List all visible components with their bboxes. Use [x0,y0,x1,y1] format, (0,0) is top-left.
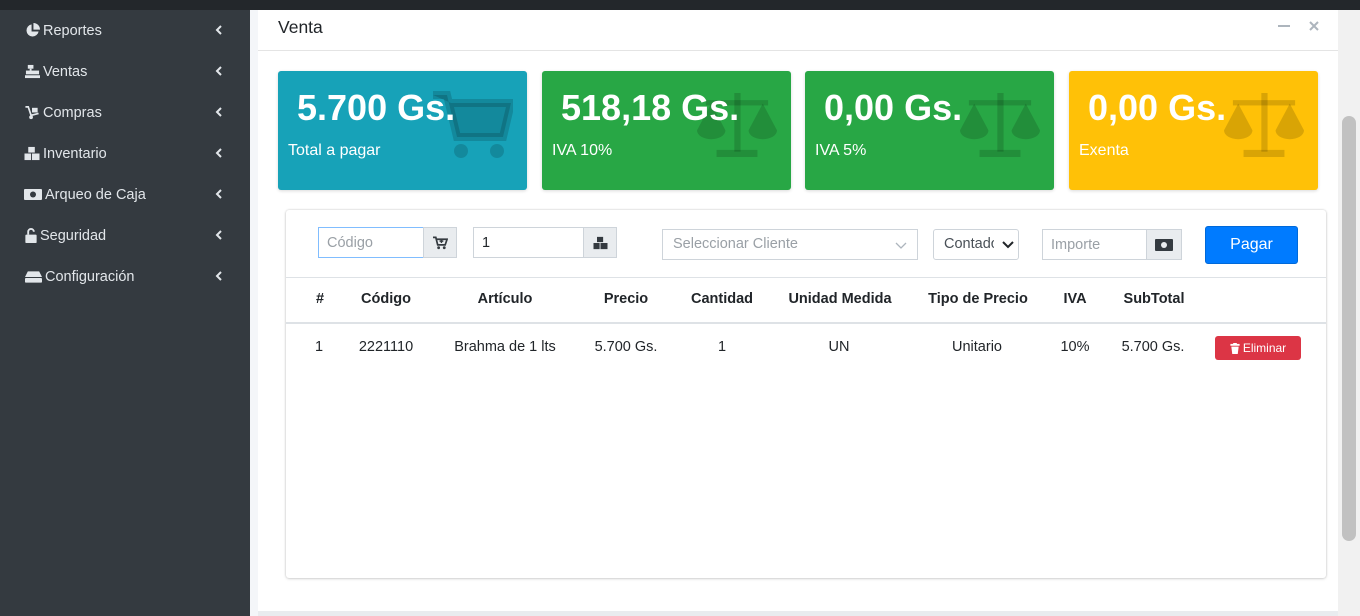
table-header: # Código Artículo Precio Cantidad Unidad… [286,277,1326,324]
cliente-select[interactable]: Seleccionar Cliente [662,229,918,260]
chevron-left-icon [215,66,222,76]
chevron-left-icon [215,230,222,240]
chevron-left-icon [215,25,222,35]
sidebar: Reportes Ventas Compras Inventario Arque… [0,10,250,616]
cart-addon[interactable] [423,227,457,258]
info-box-total: 5.700 Gs. Total a pagar [278,71,527,190]
iva10-label: IVA 10% [552,142,613,159]
page-title: Venta [278,17,323,37]
iva5-label: IVA 5% [815,142,867,159]
exenta-value: 0,00 Gs. [1088,87,1227,128]
eliminar-button[interactable]: Eliminar [1215,336,1301,360]
boxes-addon[interactable] [583,227,617,258]
chevron-left-icon [215,107,222,117]
column-header: # [315,291,325,307]
info-box-iva5: 0,00 Gs. IVA 5% [805,71,1054,190]
sidebar-item-label: Ventas [43,63,88,80]
pagar-button[interactable]: Pagar [1205,226,1298,264]
iva5-value: 0,00 Gs. [824,87,963,128]
top-bar [0,0,1360,10]
column-header: Cantidad [690,291,754,307]
venta-card: Venta 5.700 Gs. Total a pagar 518,18 Gs.… [258,10,1338,616]
sidebar-item-inventario[interactable]: Inventario [0,133,250,174]
scroll-thumb[interactable] [1342,116,1356,541]
codigo-input[interactable] [318,227,424,258]
column-header: Artículo [477,291,533,307]
chevron-left-icon [215,271,222,281]
info-box-iva10: 518,18 Gs. IVA 10% [542,71,791,190]
sidebar-item-label: Seguridad [40,227,107,244]
cantidad-input[interactable] [473,227,584,258]
sidebar-item-label: Configuración [45,268,135,285]
column-header: Código [361,291,411,307]
cell-articulo: Brahma de 1 lts [454,339,556,355]
scrollbar[interactable] [1338,10,1360,616]
money-addon[interactable] [1146,229,1182,260]
chevron-down-icon [895,242,907,249]
chevron-down-icon [1002,240,1014,250]
column-header: Precio [603,291,649,307]
importe-input[interactable] [1042,229,1148,260]
cliente-placeholder: Seleccionar Cliente [673,236,798,252]
sidebar-item-compras[interactable]: Compras [0,92,250,133]
chevron-left-icon [215,148,222,158]
cell-unidad: UN [828,339,850,355]
balance-scale-icon [960,93,1040,157]
balance-scale-icon [1224,93,1304,157]
money-bill-icon [24,187,42,203]
cash-register-icon [24,64,40,80]
total-value: 5.700 Gs. [297,87,456,128]
bottom-strip [258,611,1338,616]
sidebar-item-seguridad[interactable]: Seguridad [0,215,250,256]
sidebar-item-reportes[interactable]: Reportes [0,10,250,51]
cart-plus-icon [432,236,448,249]
hdd-icon [24,269,42,285]
boxes-icon [24,146,40,162]
column-header: SubTotal [1123,291,1185,307]
cell-tipo-precio: Unitario [952,339,1002,355]
sidebar-item-label: Reportes [43,22,102,39]
cell-num: 1 [314,339,324,355]
tipo-pago-value: Contado [944,236,994,252]
cell-cantidad: 1 [717,339,727,355]
sale-panel: Seleccionar Cliente Contado Pagar # Códi… [286,210,1326,578]
chevron-left-icon [215,189,222,199]
unlock-icon [24,228,37,244]
sidebar-item-label: Arqueo de Caja [45,186,146,203]
iva10-value: 518,18 Gs. [561,87,740,128]
main-content: Venta 5.700 Gs. Total a pagar 518,18 Gs.… [250,10,1360,616]
dolly-icon [24,105,40,121]
cell-iva: 10% [1060,339,1090,355]
cell-subtotal: 5.700 Gs. [1121,339,1185,355]
sidebar-item-label: Inventario [43,145,107,162]
close-icon[interactable] [1306,18,1322,34]
total-label: Total a pagar [288,142,381,159]
eliminar-label: Eliminar [1242,341,1287,355]
sidebar-item-configuracion[interactable]: Configuración [0,256,250,297]
minus-icon[interactable] [1276,18,1292,34]
chart-pie-icon [24,23,40,39]
cell-codigo: 2221110 [358,339,414,355]
trash-icon [1230,342,1240,354]
sidebar-item-label: Compras [43,104,102,121]
sidebar-item-arqueo-de-caja[interactable]: Arqueo de Caja [0,174,250,215]
card-header: Venta [258,10,1338,51]
cell-precio: 5.700 Gs. [594,339,658,355]
tipo-pago-select[interactable]: Contado [933,229,1019,260]
info-box-exenta: 0,00 Gs. Exenta [1069,71,1318,190]
boxes-icon [593,236,607,249]
column-header: Tipo de Precio [928,291,1028,307]
money-bill-icon [1155,238,1173,251]
exenta-label: Exenta [1079,142,1129,159]
column-header: Unidad Medida [788,291,892,307]
column-header: IVA [1063,291,1087,307]
sidebar-item-ventas[interactable]: Ventas [0,51,250,92]
